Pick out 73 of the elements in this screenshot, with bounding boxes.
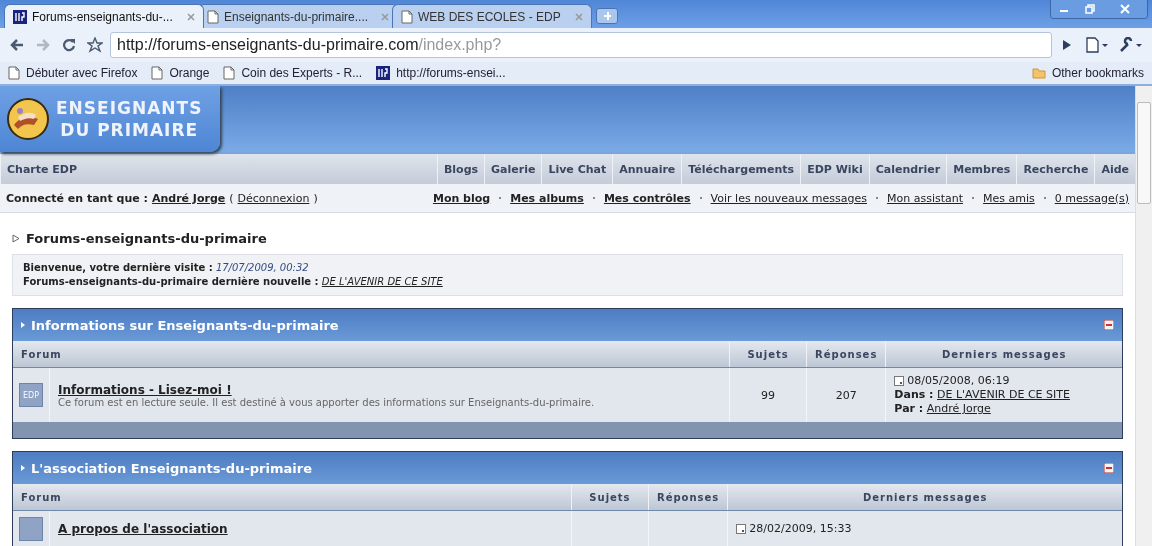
page-icon <box>207 9 219 24</box>
close-button[interactable] <box>1103 0 1147 18</box>
site-favicon-icon <box>376 66 391 80</box>
plus-icon <box>603 11 611 21</box>
author-link[interactable]: André Jorge <box>926 402 991 415</box>
minimize-button[interactable] <box>1051 0 1077 18</box>
user-menu-link[interactable]: 0 message(s) <box>1054 191 1129 205</box>
back-arrow-icon[interactable] <box>10 39 24 51</box>
page-icon <box>8 66 20 80</box>
column-header: Forum <box>13 341 730 368</box>
user-menu-link[interactable]: Mes albums <box>510 191 584 205</box>
new-tab-button[interactable] <box>596 8 618 24</box>
reload-icon[interactable] <box>62 38 76 52</box>
forum-link[interactable]: Informations - Lisez-moi ! <box>58 382 722 397</box>
scrollbar[interactable] <box>1135 86 1152 546</box>
user-menu-link[interactable]: Mes amis <box>983 191 1035 205</box>
user-link[interactable]: André Jorge <box>151 191 226 205</box>
page-icon <box>401 9 413 24</box>
topics-count: 99 <box>761 388 776 402</box>
column-header: Réponses <box>648 484 728 511</box>
column-header: Derniers messages <box>727 484 1122 511</box>
replies-count: 207 <box>835 388 857 402</box>
paren-text: ) <box>313 191 318 205</box>
other-bookmarks-link[interactable]: Other bookmarks <box>1031 66 1144 80</box>
forum-description: Ce forum est en lecture seule. Il est destiné à vous apporter des informations sur Enseignants-du-primaire. <box>58 396 596 408</box>
paren-text: ( <box>229 191 234 205</box>
post-icon[interactable] <box>894 376 905 386</box>
by-label: Par : <box>894 402 924 415</box>
column-header: Sujets <box>571 484 649 511</box>
bullet-icon <box>21 465 25 471</box>
address-field[interactable]: http://forums-enseignants-du-primaire.com/index.php? <box>110 32 1052 58</box>
last-post-date: 28/02/2009, 15:33 <box>749 522 852 536</box>
logo-text: DU PRIMAIRE <box>60 119 199 141</box>
browser-tab[interactable]: WEB DES ECOLES - EDP <box>392 4 592 28</box>
page-icon <box>151 66 164 80</box>
logged-in-label: Connecté en tant que : <box>6 191 148 205</box>
news-link[interactable]: DE L'AVENIR DE CE SITE <box>321 276 443 287</box>
user-menu-link[interactable]: Voir les nouveaux messages <box>710 191 867 205</box>
site-favicon-icon <box>13 9 27 24</box>
play-icon[interactable] <box>1062 39 1072 51</box>
triangle-icon <box>12 234 20 243</box>
forum-icon <box>19 517 43 541</box>
logo-text: ENSEIGNANTS <box>56 97 203 119</box>
column-header: Réponses <box>806 341 886 368</box>
column-header: Forum <box>13 484 572 511</box>
news-label: Forums-enseignants-du-primaire dernière nouvelle : <box>23 276 319 287</box>
breadcrumb-title[interactable]: Forums-enseignants-du-primaire <box>26 231 267 246</box>
bookmark-link[interactable]: Orange <box>151 66 210 80</box>
bookmark-link[interactable]: Coin des Experts - R... <box>223 66 363 80</box>
last-post-date: 08/05/2008, 06:19 <box>907 374 1010 388</box>
user-menu-link[interactable]: Mon blog <box>432 191 491 205</box>
column-header: Derniers messages <box>885 341 1122 368</box>
page-icon <box>223 66 236 80</box>
bookmark-link[interactable]: http://forums-ensei... <box>376 66 506 80</box>
in-label: Dans : <box>894 388 934 401</box>
last-visit-date: 17/07/2009, 00:32 <box>215 262 309 273</box>
bookmark-link[interactable]: Débuter avec Firefox <box>8 66 138 80</box>
welcome-label: Bienvenue, votre dernière visite : <box>23 262 213 273</box>
restore-icon <box>1085 4 1095 14</box>
bullet-icon <box>21 322 25 328</box>
forum-icon: EDP <box>19 383 43 407</box>
logout-link[interactable]: Déconnexion <box>237 191 310 205</box>
user-menu-link[interactable]: Mon assistant <box>887 191 963 205</box>
column-header: Sujets <box>729 341 807 368</box>
folder-icon <box>1031 67 1046 79</box>
post-icon[interactable] <box>736 524 747 534</box>
collapse-icon[interactable] <box>1104 463 1114 473</box>
collapse-icon[interactable] <box>1104 320 1114 330</box>
close-icon[interactable] <box>187 12 195 21</box>
close-icon <box>1120 4 1130 14</box>
user-menu-link[interactable]: Mes contrôles <box>603 191 691 205</box>
browser-tab[interactable]: Forums-enseignants-du-... <box>4 4 204 28</box>
topic-link[interactable]: DE L'AVENIR DE CE SITE <box>937 388 1070 401</box>
